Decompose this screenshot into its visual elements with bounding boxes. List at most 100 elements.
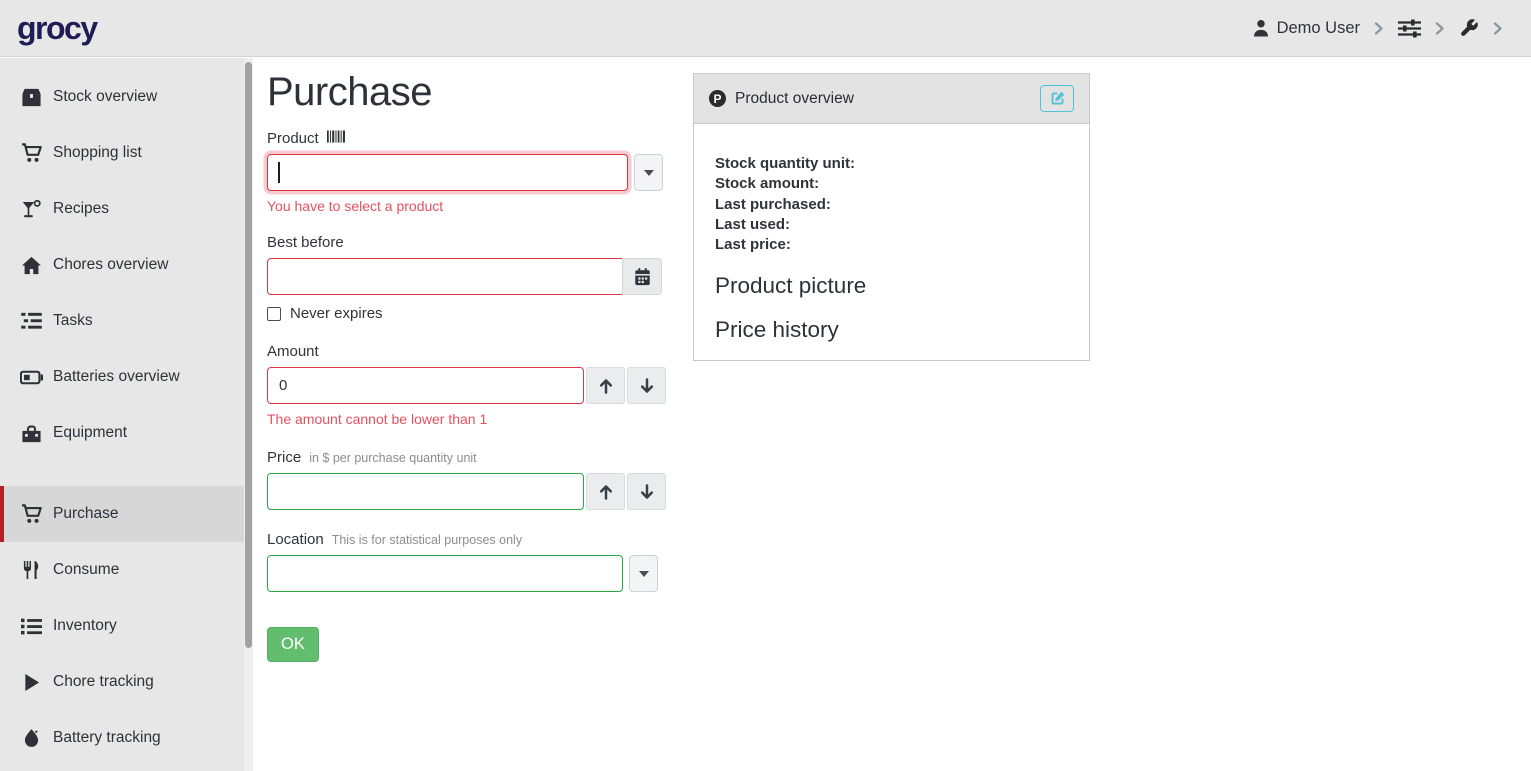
sidebar-item-label: Chores overview <box>53 256 168 274</box>
amount-label: Amount <box>267 343 319 360</box>
stock-field: Last used: <box>715 215 1068 235</box>
sidebar-item-label: Consume <box>53 561 119 579</box>
sidebar-item-label: Chore tracking <box>53 673 154 691</box>
product-input[interactable] <box>267 154 628 191</box>
sidebar-item-label: Shopping list <box>53 144 142 162</box>
sidebar-item-stock-overview[interactable]: Stock overview <box>0 69 253 125</box>
chevron-right-icon <box>1493 21 1503 36</box>
purchase-form: Purchase Product You have to select a pr… <box>267 70 677 662</box>
sidebar-item-label: Recipes <box>53 200 109 218</box>
price-hint: in $ per purchase quantity unit <box>309 451 476 465</box>
price-input[interactable] <box>267 473 584 510</box>
amount-field-group: Amount The amount cannot be lower than 1 <box>267 343 677 427</box>
page-title: Purchase <box>267 70 677 115</box>
sidebar-item-label: Battery tracking <box>53 729 161 747</box>
utensils-icon <box>20 560 43 580</box>
stock-field: Stock amount: <box>715 174 1068 194</box>
price-increment-button[interactable] <box>586 473 625 510</box>
never-expires-label: Never expires <box>290 305 383 322</box>
top-navbar: grocy Demo User <box>0 0 1531 57</box>
product-dropdown-button[interactable] <box>634 154 663 191</box>
navbar-right: Demo User <box>1253 18 1503 38</box>
barcode-icon <box>327 130 346 143</box>
wrench-button[interactable] <box>1459 18 1479 38</box>
toolbox-icon <box>20 424 43 443</box>
edit-icon <box>1049 90 1066 107</box>
edit-product-button[interactable] <box>1040 85 1074 112</box>
ok-button[interactable]: OK <box>267 627 319 662</box>
droplet-icon <box>20 728 43 748</box>
cocktail-icon <box>20 199 43 219</box>
sidebar-item-batteries-overview[interactable]: Batteries overview <box>0 349 253 405</box>
shopping-cart-icon <box>20 504 43 524</box>
stock-field: Stock quantity unit: <box>715 154 1068 174</box>
sidebar: Stock overview Shopping list Recipes Cho… <box>0 58 253 771</box>
calendar-icon <box>634 268 651 286</box>
product-error-text: You have to select a product <box>267 198 677 214</box>
location-label: Location <box>267 531 324 548</box>
stock-field: Last purchased: <box>715 195 1068 215</box>
product-overview-card: P Product overview Stock quantity unit: … <box>693 73 1090 361</box>
never-expires-checkbox[interactable] <box>267 307 281 321</box>
sidebar-item-purchase[interactable]: Purchase <box>0 486 253 542</box>
sidebar-item-label: Batteries overview <box>53 368 180 386</box>
caret-down-icon <box>644 170 654 176</box>
location-dropdown-button[interactable] <box>629 555 658 592</box>
price-field-group: Price in $ per purchase quantity unit <box>267 449 677 510</box>
caret-down-icon <box>639 571 649 577</box>
stock-field: Last price: <box>715 235 1068 255</box>
sidebar-scrollbar-track <box>244 58 253 771</box>
user-menu[interactable]: Demo User <box>1253 19 1360 38</box>
product-label: Product <box>267 130 319 147</box>
sidebar-item-tasks[interactable]: Tasks <box>0 293 253 349</box>
tasks-icon <box>20 312 43 330</box>
sidebar-item-inventory[interactable]: Inventory <box>0 598 253 654</box>
amount-decrement-button[interactable] <box>627 367 666 404</box>
best-before-input[interactable] <box>267 258 623 295</box>
sidebar-item-equipment[interactable]: Equipment <box>0 405 253 461</box>
best-before-field-group: Best before Never expires <box>267 234 677 322</box>
sidebar-item-consume[interactable]: Consume <box>0 542 253 598</box>
chevron-right-icon <box>1374 21 1384 36</box>
amount-increment-button[interactable] <box>586 367 625 404</box>
sidebar-item-label: Stock overview <box>53 88 157 106</box>
location-hint: This is for statistical purposes only <box>332 533 522 547</box>
play-icon <box>20 673 43 692</box>
product-overview-body: Stock quantity unit: Stock amount: Last … <box>694 124 1089 343</box>
arrow-up-icon <box>598 484 614 500</box>
product-input-wrap <box>267 154 628 191</box>
user-name: Demo User <box>1277 19 1360 38</box>
user-icon <box>1253 19 1269 37</box>
sidebar-item-shopping-list[interactable]: Shopping list <box>0 125 253 181</box>
grocy-logo[interactable]: grocy <box>17 10 97 47</box>
text-cursor <box>278 162 280 183</box>
main-content: Purchase Product You have to select a pr… <box>253 58 1531 771</box>
chevron-right-icon <box>1435 21 1445 36</box>
list-icon <box>20 618 43 635</box>
boxes-icon <box>20 88 43 107</box>
location-input[interactable] <box>267 555 623 592</box>
calendar-button[interactable] <box>622 258 662 295</box>
arrow-down-icon <box>639 378 655 394</box>
product-picture-heading: Product picture <box>715 273 1068 299</box>
amount-error-text: The amount cannot be lower than 1 <box>267 411 677 427</box>
product-badge-icon: P <box>709 90 726 107</box>
sidebar-item-chore-tracking[interactable]: Chore tracking <box>0 654 253 710</box>
product-overview-header: P Product overview <box>694 74 1089 124</box>
home-icon <box>20 256 43 275</box>
sidebar-item-label: Equipment <box>53 424 127 442</box>
sidebar-item-recipes[interactable]: Recipes <box>0 181 253 237</box>
settings-sliders-button[interactable] <box>1398 19 1421 38</box>
amount-input[interactable] <box>267 367 584 404</box>
sidebar-item-label: Inventory <box>53 617 117 635</box>
price-history-heading: Price history <box>715 317 1068 343</box>
sidebar-item-battery-tracking[interactable]: Battery tracking <box>0 710 253 766</box>
battery-icon <box>20 370 43 385</box>
sidebar-scrollbar-thumb[interactable] <box>245 62 252 648</box>
arrow-down-icon <box>639 484 655 500</box>
price-decrement-button[interactable] <box>627 473 666 510</box>
shopping-cart-icon <box>20 143 43 163</box>
sidebar-item-chores-overview[interactable]: Chores overview <box>0 237 253 293</box>
best-before-label: Best before <box>267 234 344 251</box>
sidebar-section-divider <box>0 461 253 486</box>
